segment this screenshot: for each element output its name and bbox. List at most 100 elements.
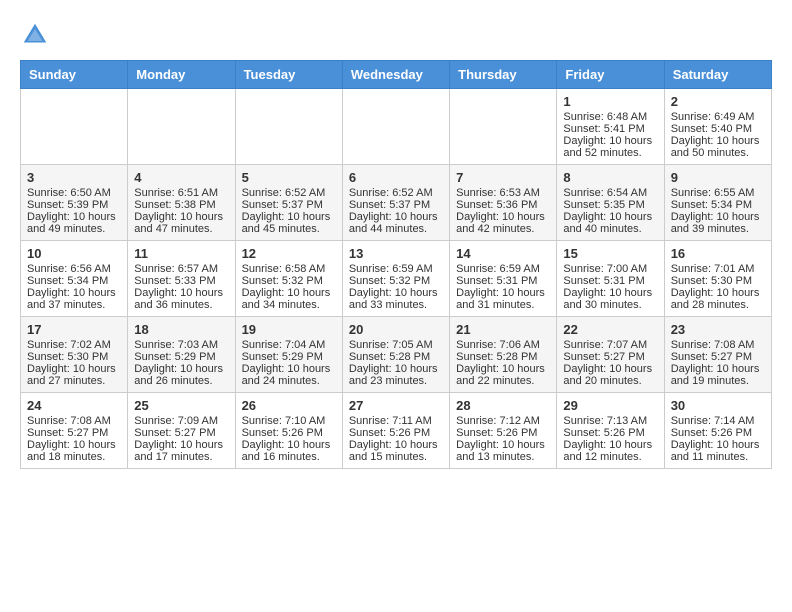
day-number-2: 2: [671, 94, 765, 109]
sunset-4: Sunset: 5:38 PM: [134, 199, 215, 211]
sunrise-15: Sunrise: 7:00 AM: [563, 263, 647, 275]
sunset-15: Sunset: 5:31 PM: [563, 275, 644, 287]
day-cell-19: 19Sunrise: 7:04 AMSunset: 5:29 PMDayligh…: [235, 317, 342, 393]
sunset-30: Sunset: 5:26 PM: [671, 427, 752, 439]
sunset-6: Sunset: 5:37 PM: [349, 199, 430, 211]
day-number-16: 16: [671, 246, 765, 261]
day-cell-5: 5Sunrise: 6:52 AMSunset: 5:37 PMDaylight…: [235, 165, 342, 241]
sunset-16: Sunset: 5:30 PM: [671, 275, 752, 287]
sunset-21: Sunset: 5:28 PM: [456, 351, 537, 363]
day-number-25: 25: [134, 398, 228, 413]
sunrise-3: Sunrise: 6:50 AM: [27, 187, 111, 199]
sunrise-2: Sunrise: 6:49 AM: [671, 111, 755, 123]
day-number-13: 13: [349, 246, 443, 261]
day-cell-21: 21Sunrise: 7:06 AMSunset: 5:28 PMDayligh…: [450, 317, 557, 393]
sunrise-20: Sunrise: 7:05 AM: [349, 339, 433, 351]
weekday-header-saturday: Saturday: [664, 61, 771, 89]
sunrise-9: Sunrise: 6:55 AM: [671, 187, 755, 199]
day-cell-10: 10Sunrise: 6:56 AMSunset: 5:34 PMDayligh…: [21, 241, 128, 317]
day-number-10: 10: [27, 246, 121, 261]
sunset-3: Sunset: 5:39 PM: [27, 199, 108, 211]
sunset-14: Sunset: 5:31 PM: [456, 275, 537, 287]
daylight-17: Daylight: 10 hours and 27 minutes.: [27, 363, 116, 387]
day-number-20: 20: [349, 322, 443, 337]
daylight-9: Daylight: 10 hours and 39 minutes.: [671, 211, 760, 235]
daylight-18: Daylight: 10 hours and 26 minutes.: [134, 363, 223, 387]
day-number-4: 4: [134, 170, 228, 185]
sunrise-28: Sunrise: 7:12 AM: [456, 415, 540, 427]
sunrise-21: Sunrise: 7:06 AM: [456, 339, 540, 351]
weekday-header-sunday: Sunday: [21, 61, 128, 89]
sunrise-27: Sunrise: 7:11 AM: [349, 415, 432, 427]
sunset-9: Sunset: 5:34 PM: [671, 199, 752, 211]
daylight-4: Daylight: 10 hours and 47 minutes.: [134, 211, 223, 235]
weekday-header-wednesday: Wednesday: [342, 61, 449, 89]
day-cell-3: 3Sunrise: 6:50 AMSunset: 5:39 PMDaylight…: [21, 165, 128, 241]
day-cell-8: 8Sunrise: 6:54 AMSunset: 5:35 PMDaylight…: [557, 165, 664, 241]
week-row-5: 24Sunrise: 7:08 AMSunset: 5:27 PMDayligh…: [21, 393, 772, 469]
week-row-3: 10Sunrise: 6:56 AMSunset: 5:34 PMDayligh…: [21, 241, 772, 317]
sunset-19: Sunset: 5:29 PM: [242, 351, 323, 363]
sunrise-18: Sunrise: 7:03 AM: [134, 339, 218, 351]
day-cell-14: 14Sunrise: 6:59 AMSunset: 5:31 PMDayligh…: [450, 241, 557, 317]
sunrise-29: Sunrise: 7:13 AM: [563, 415, 647, 427]
sunset-11: Sunset: 5:33 PM: [134, 275, 215, 287]
sunset-22: Sunset: 5:27 PM: [563, 351, 644, 363]
weekday-header-friday: Friday: [557, 61, 664, 89]
empty-cell: [450, 89, 557, 165]
sunset-20: Sunset: 5:28 PM: [349, 351, 430, 363]
day-number-5: 5: [242, 170, 336, 185]
daylight-1: Daylight: 10 hours and 52 minutes.: [563, 135, 652, 159]
day-cell-9: 9Sunrise: 6:55 AMSunset: 5:34 PMDaylight…: [664, 165, 771, 241]
sunrise-17: Sunrise: 7:02 AM: [27, 339, 111, 351]
day-cell-25: 25Sunrise: 7:09 AMSunset: 5:27 PMDayligh…: [128, 393, 235, 469]
sunrise-16: Sunrise: 7:01 AM: [671, 263, 755, 275]
daylight-19: Daylight: 10 hours and 24 minutes.: [242, 363, 331, 387]
day-cell-24: 24Sunrise: 7:08 AMSunset: 5:27 PMDayligh…: [21, 393, 128, 469]
sunset-1: Sunset: 5:41 PM: [563, 123, 644, 135]
sunrise-4: Sunrise: 6:51 AM: [134, 187, 218, 199]
day-cell-2: 2Sunrise: 6:49 AMSunset: 5:40 PMDaylight…: [664, 89, 771, 165]
empty-cell: [128, 89, 235, 165]
sunrise-25: Sunrise: 7:09 AM: [134, 415, 218, 427]
day-number-24: 24: [27, 398, 121, 413]
day-cell-22: 22Sunrise: 7:07 AMSunset: 5:27 PMDayligh…: [557, 317, 664, 393]
day-number-8: 8: [563, 170, 657, 185]
day-cell-29: 29Sunrise: 7:13 AMSunset: 5:26 PMDayligh…: [557, 393, 664, 469]
daylight-5: Daylight: 10 hours and 45 minutes.: [242, 211, 331, 235]
weekday-header-tuesday: Tuesday: [235, 61, 342, 89]
header: [20, 20, 772, 50]
day-cell-17: 17Sunrise: 7:02 AMSunset: 5:30 PMDayligh…: [21, 317, 128, 393]
sunset-18: Sunset: 5:29 PM: [134, 351, 215, 363]
day-number-26: 26: [242, 398, 336, 413]
sunrise-11: Sunrise: 6:57 AM: [134, 263, 218, 275]
sunrise-5: Sunrise: 6:52 AM: [242, 187, 326, 199]
day-number-28: 28: [456, 398, 550, 413]
sunset-12: Sunset: 5:32 PM: [242, 275, 323, 287]
daylight-10: Daylight: 10 hours and 37 minutes.: [27, 287, 116, 311]
week-row-1: 1Sunrise: 6:48 AMSunset: 5:41 PMDaylight…: [21, 89, 772, 165]
sunset-24: Sunset: 5:27 PM: [27, 427, 108, 439]
day-cell-26: 26Sunrise: 7:10 AMSunset: 5:26 PMDayligh…: [235, 393, 342, 469]
day-number-15: 15: [563, 246, 657, 261]
day-cell-6: 6Sunrise: 6:52 AMSunset: 5:37 PMDaylight…: [342, 165, 449, 241]
day-number-27: 27: [349, 398, 443, 413]
daylight-13: Daylight: 10 hours and 33 minutes.: [349, 287, 438, 311]
day-number-29: 29: [563, 398, 657, 413]
logo: [20, 20, 54, 50]
day-number-12: 12: [242, 246, 336, 261]
day-cell-18: 18Sunrise: 7:03 AMSunset: 5:29 PMDayligh…: [128, 317, 235, 393]
week-row-2: 3Sunrise: 6:50 AMSunset: 5:39 PMDaylight…: [21, 165, 772, 241]
sunrise-13: Sunrise: 6:59 AM: [349, 263, 433, 275]
sunrise-6: Sunrise: 6:52 AM: [349, 187, 433, 199]
sunset-7: Sunset: 5:36 PM: [456, 199, 537, 211]
daylight-16: Daylight: 10 hours and 28 minutes.: [671, 287, 760, 311]
sunset-10: Sunset: 5:34 PM: [27, 275, 108, 287]
daylight-8: Daylight: 10 hours and 40 minutes.: [563, 211, 652, 235]
day-cell-7: 7Sunrise: 6:53 AMSunset: 5:36 PMDaylight…: [450, 165, 557, 241]
weekday-header-thursday: Thursday: [450, 61, 557, 89]
sunset-8: Sunset: 5:35 PM: [563, 199, 644, 211]
empty-cell: [21, 89, 128, 165]
sunset-27: Sunset: 5:26 PM: [349, 427, 430, 439]
daylight-15: Daylight: 10 hours and 30 minutes.: [563, 287, 652, 311]
